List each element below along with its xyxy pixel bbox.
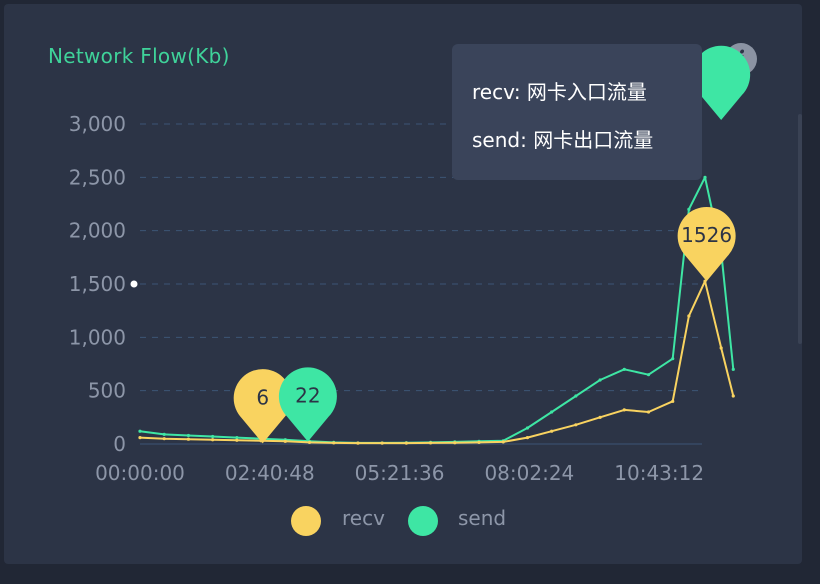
- data-point-send: [687, 207, 691, 211]
- data-point-send: [525, 426, 530, 430]
- data-point-recv: [525, 436, 530, 440]
- x-tick-label: 10:43:12: [614, 461, 704, 485]
- y-tick-label: 500: [88, 379, 126, 403]
- data-point-recv: [332, 441, 336, 445]
- data-point-send: [574, 394, 578, 398]
- marker-label: 22: [295, 384, 320, 408]
- legend-send-label[interactable]: send: [458, 506, 506, 530]
- data-point-recv: [162, 437, 166, 441]
- tooltip-recv-text: recv: 网卡入口流量: [472, 80, 647, 104]
- marker-label: 6: [256, 385, 269, 409]
- data-point-recv: [687, 314, 691, 318]
- data-point-recv: [356, 441, 360, 445]
- y-tick-label: 0: [113, 432, 126, 456]
- data-point-recv: [501, 440, 505, 444]
- x-tick-label: 08:02:24: [484, 461, 574, 485]
- data-point-send: [162, 432, 166, 436]
- x-tick-label: 05:21:36: [355, 461, 445, 485]
- data-point-send: [138, 429, 142, 433]
- series-line-send: [139, 176, 735, 444]
- legend-send-dot[interactable]: [408, 506, 438, 536]
- data-point-recv: [283, 439, 287, 443]
- data-point-recv: [646, 410, 651, 414]
- data-point-send: [622, 367, 626, 371]
- data-point-send: [211, 434, 215, 439]
- data-point-recv: [550, 429, 554, 433]
- data-point-recv: [453, 441, 457, 445]
- data-point-recv: [235, 438, 239, 442]
- data-point-recv: [574, 423, 578, 427]
- data-point-recv: [404, 441, 408, 445]
- legend-recv-dot[interactable]: [291, 506, 321, 536]
- marker-label: 1526: [681, 223, 732, 247]
- data-point-recv: [622, 408, 626, 412]
- y-tick-label: 1,000: [69, 325, 126, 349]
- data-point-recv: [598, 415, 602, 419]
- tooltip: recv: 网卡入口流量 send: 网卡出口流量: [452, 44, 702, 180]
- x-tick-label: 02:40:48: [225, 461, 315, 485]
- data-point-send: [186, 433, 191, 438]
- series-line-recv: [139, 280, 735, 445]
- data-point-send: [703, 175, 707, 179]
- y-tick-label: 3,000: [69, 112, 126, 136]
- data-point-send: [550, 410, 554, 414]
- data-point-recv: [719, 346, 723, 350]
- data-point-recv: [307, 440, 312, 444]
- axis-dot: [130, 280, 138, 288]
- data-point-recv: [380, 441, 384, 445]
- data-point-send: [731, 367, 735, 371]
- tooltip-send-text: send: 网卡出口流量: [472, 128, 654, 152]
- data-point-send: [598, 378, 602, 382]
- data-point-recv: [186, 437, 191, 441]
- data-point-recv: [671, 399, 675, 403]
- y-tick-label: 2,000: [69, 219, 126, 243]
- legend-recv-label[interactable]: recv: [342, 506, 385, 530]
- data-point-recv: [428, 441, 433, 445]
- y-tick-label: 1,500: [69, 272, 126, 296]
- data-point-recv: [731, 394, 735, 398]
- data-point-recv: [477, 440, 481, 444]
- data-point-send: [646, 373, 651, 377]
- data-point-send: [671, 357, 675, 361]
- x-tick-label: 00:00:00: [95, 461, 185, 485]
- data-point-recv: [211, 438, 215, 442]
- data-point-recv: [138, 436, 142, 440]
- y-tick-label: 2,500: [69, 165, 126, 189]
